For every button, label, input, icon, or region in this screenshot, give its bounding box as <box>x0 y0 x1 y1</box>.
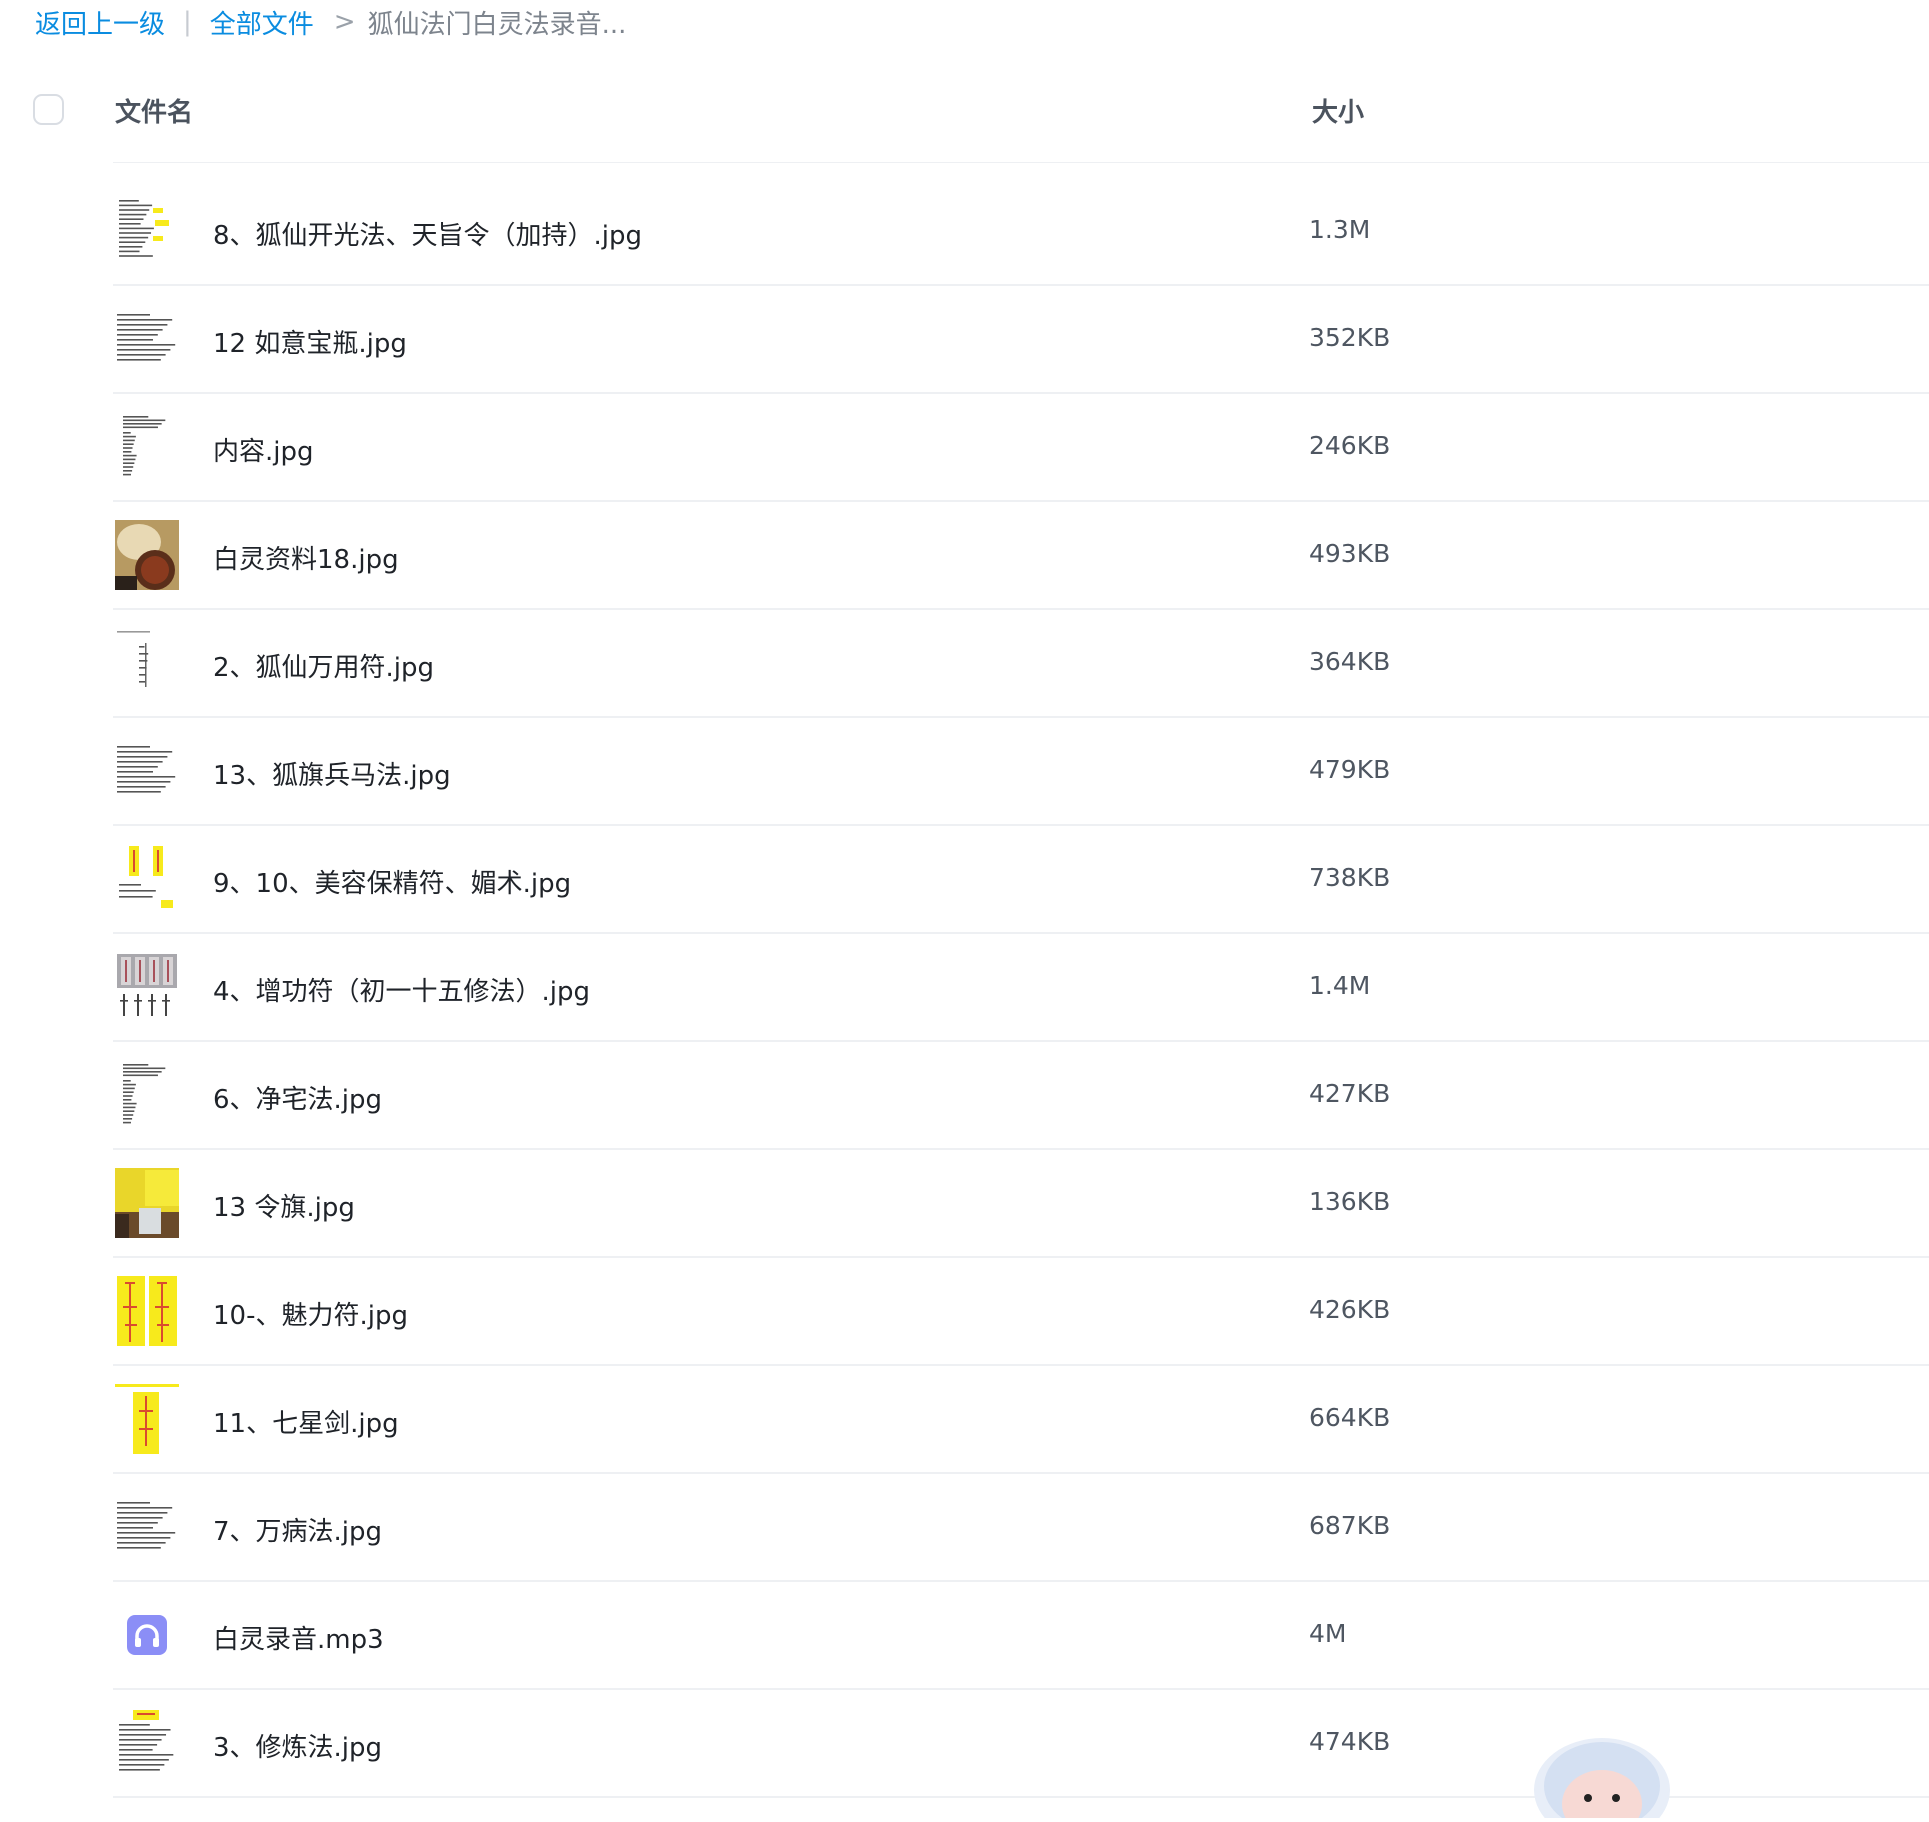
file-name[interactable]: 6、净宅法.jpg <box>213 1079 382 1116</box>
file-name[interactable]: 2、狐仙万用符.jpg <box>213 647 434 684</box>
file-row[interactable]: 7、万病法.jpg 687KB <box>113 1474 1929 1582</box>
file-name[interactable]: 9、10、美容保精符、媚术.jpg <box>213 863 571 900</box>
image-thumbnail <box>115 1168 179 1238</box>
header-divider <box>113 162 1929 163</box>
file-size: 687KB <box>1309 1511 1391 1540</box>
file-row[interactable]: 9、10、美容保精符、媚术.jpg 738KB <box>113 826 1929 934</box>
image-thumbnail <box>115 1492 179 1562</box>
breadcrumb-separator: | <box>183 7 192 37</box>
file-row[interactable]: 13、狐旗兵马法.jpg 479KB <box>113 718 1929 826</box>
file-size: 664KB <box>1309 1403 1391 1432</box>
file-list: 8、狐仙开光法、天旨令（加持）.jpg 1.3M 12 如意宝瓶.jpg 352KB 内… <box>113 178 1929 1798</box>
file-row[interactable]: 8、狐仙开光法、天旨令（加持）.jpg 1.3M <box>113 178 1929 286</box>
image-thumbnail <box>115 1708 179 1778</box>
file-size: 738KB <box>1309 863 1391 892</box>
image-thumbnail <box>115 628 179 698</box>
file-name[interactable]: 白灵资料18.jpg <box>213 539 399 576</box>
file-name[interactable]: 内容.jpg <box>213 431 314 468</box>
current-folder-title: 狐仙法门白灵法录音... <box>367 9 627 40</box>
file-size: 352KB <box>1309 323 1391 352</box>
image-thumbnail <box>115 1276 179 1346</box>
file-name[interactable]: 3、修炼法.jpg <box>213 1727 382 1764</box>
file-size: 4M <box>1309 1619 1347 1648</box>
file-row[interactable]: 12 如意宝瓶.jpg 352KB <box>113 286 1929 394</box>
file-row[interactable]: 内容.jpg 246KB <box>113 394 1929 502</box>
file-size: 136KB <box>1309 1187 1391 1216</box>
audio-file-icon <box>115 1600 179 1670</box>
file-size: 426KB <box>1309 1295 1391 1324</box>
breadcrumb: 返回上一级 | 全部文件 > 狐仙法门白灵法录音... <box>35 2 626 42</box>
file-size: 1.3M <box>1309 215 1371 244</box>
file-size: 246KB <box>1309 431 1391 460</box>
file-name[interactable]: 8、狐仙开光法、天旨令（加持）.jpg <box>213 215 642 252</box>
file-row[interactable]: 6、净宅法.jpg 427KB <box>113 1042 1929 1150</box>
file-size: 474KB <box>1309 1727 1391 1756</box>
file-size: 364KB <box>1309 647 1391 676</box>
back-link[interactable]: 返回上一级 <box>35 4 165 41</box>
select-all-checkbox[interactable] <box>33 94 64 125</box>
file-name[interactable]: 13、狐旗兵马法.jpg <box>213 755 451 792</box>
all-files-link[interactable]: 全部文件 <box>210 4 314 41</box>
image-thumbnail <box>115 736 179 806</box>
column-header-name[interactable]: 文件名 <box>115 92 193 129</box>
file-name[interactable]: 白灵录音.mp3 <box>213 1619 384 1656</box>
file-row[interactable]: 白灵资料18.jpg 493KB <box>113 502 1929 610</box>
image-thumbnail <box>115 844 179 914</box>
file-name[interactable]: 4、增功符（初一十五修法）.jpg <box>213 971 590 1008</box>
file-row[interactable]: 白灵录音.mp3 4M <box>113 1582 1929 1690</box>
file-row[interactable]: 13 令旗.jpg 136KB <box>113 1150 1929 1258</box>
file-row[interactable]: 11、七星剑.jpg 664KB <box>113 1366 1929 1474</box>
image-thumbnail <box>115 412 179 482</box>
image-thumbnail <box>115 1384 179 1454</box>
file-row[interactable]: 10-、魅力符.jpg 426KB <box>113 1258 1929 1366</box>
file-size: 1.4M <box>1309 971 1371 1000</box>
file-size: 479KB <box>1309 755 1391 784</box>
chevron-right-icon: > <box>333 7 356 37</box>
image-thumbnail <box>115 952 179 1022</box>
image-thumbnail <box>115 1060 179 1130</box>
assistant-mascot-icon[interactable] <box>1530 1728 1675 1822</box>
image-thumbnail <box>115 196 179 266</box>
file-size: 493KB <box>1309 539 1391 568</box>
file-name[interactable]: 11、七星剑.jpg <box>213 1403 399 1440</box>
image-thumbnail <box>115 304 179 374</box>
file-name[interactable]: 12 如意宝瓶.jpg <box>213 323 407 360</box>
image-thumbnail <box>115 520 179 590</box>
file-size: 427KB <box>1309 1079 1391 1108</box>
file-row[interactable]: 4、增功符（初一十五修法）.jpg 1.4M <box>113 934 1929 1042</box>
file-name[interactable]: 10-、魅力符.jpg <box>213 1295 408 1332</box>
file-name[interactable]: 7、万病法.jpg <box>213 1511 382 1548</box>
file-row[interactable]: 2、狐仙万用符.jpg 364KB <box>113 610 1929 718</box>
column-header-size[interactable]: 大小 <box>1312 92 1364 129</box>
file-name[interactable]: 13 令旗.jpg <box>213 1187 355 1224</box>
